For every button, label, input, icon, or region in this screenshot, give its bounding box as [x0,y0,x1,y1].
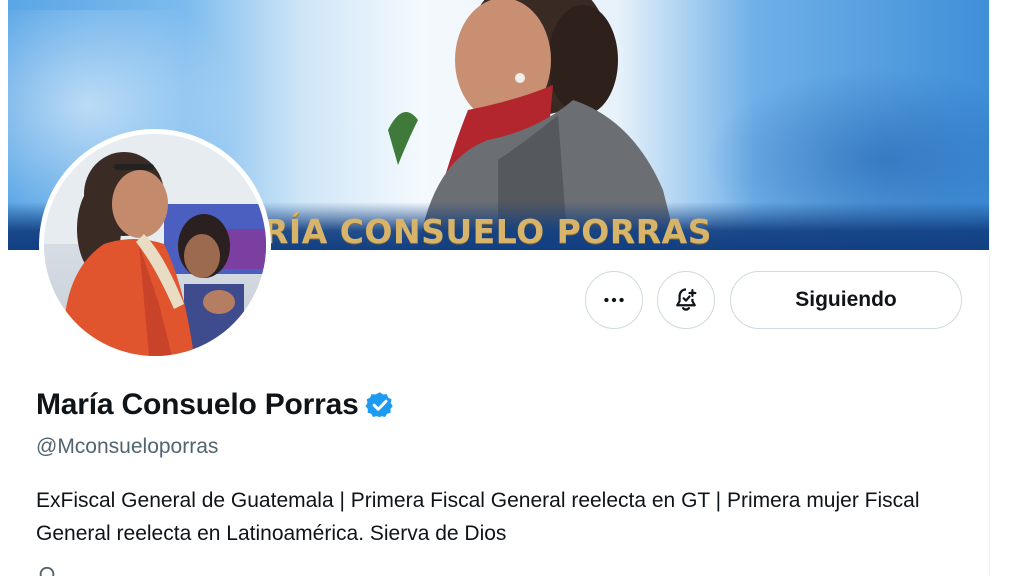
more-options-button[interactable] [585,271,643,329]
profile-column: RÍA CONSUELO PORRAS Siguiendo María Cons… [8,0,990,576]
display-name: María Consuelo Porras [36,388,359,421]
following-button[interactable]: Siguiendo [730,271,962,329]
profile-meta-row [36,566,58,576]
location-icon [39,566,55,576]
banner-title-text: RÍA CONSUELO PORRAS [263,212,712,250]
verified-badge-icon[interactable] [365,390,395,420]
more-horizontal-icon [604,297,624,303]
avatar-photo-image [44,134,266,356]
profile-avatar[interactable] [39,129,271,361]
profile-bio: ExFiscal General de Guatemala | Primera … [36,489,920,545]
display-name-row: María Consuelo Porras [36,388,395,422]
bell-plus-icon [676,288,697,311]
avatar-photo [44,134,266,356]
notifications-button[interactable] [657,271,715,329]
profile-handle: @Mconsueloporras [36,435,219,458]
